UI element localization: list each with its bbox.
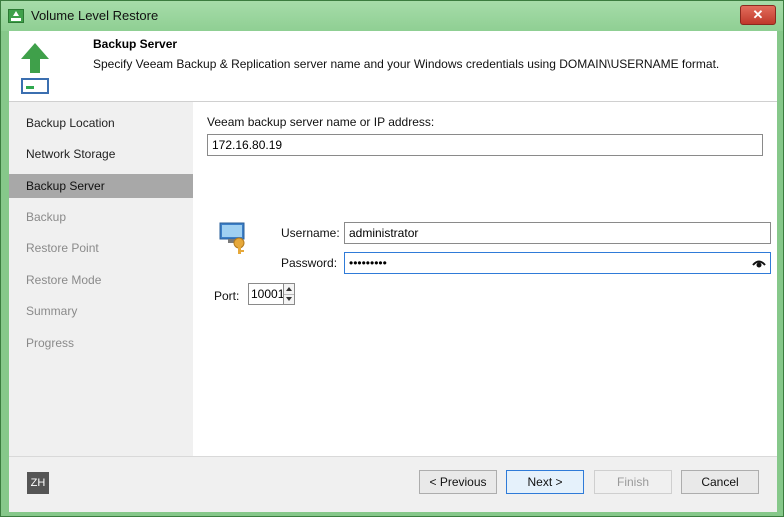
step-summary: Summary (26, 304, 78, 318)
step-backup: Backup (26, 210, 67, 224)
port-label: Port: (214, 289, 240, 303)
window-title: Volume Level Restore (31, 8, 159, 23)
port-stepper[interactable] (283, 283, 295, 305)
server-label: Veeam backup server name or IP address: (207, 115, 435, 129)
port-input[interactable]: 10001 (248, 283, 284, 305)
username-input[interactable]: administrator (344, 222, 771, 244)
step-backup-server[interactable]: Backup Server (9, 174, 193, 198)
cancel-button[interactable]: Cancel (681, 470, 759, 494)
password-mask: ••••••••• (349, 256, 387, 270)
step-progress: Progress (26, 336, 75, 350)
spinner-down-icon[interactable] (284, 294, 294, 304)
language-indicator: ZH (27, 472, 49, 494)
app-icon (8, 9, 24, 23)
wizard-header: Backup Server Specify Veeam Backup & Rep… (9, 31, 777, 102)
step-network-storage[interactable]: Network Storage (9, 142, 193, 166)
restore-wizard-window: Volume Level Restore ✕ Backup Server Spe… (0, 0, 784, 517)
wizard-steps: Backup Location Network Storage Backup S… (9, 102, 193, 456)
page-title: Backup Server (93, 37, 178, 51)
step-backup-location[interactable]: Backup Location (9, 111, 193, 135)
password-input[interactable]: ••••••••• (344, 252, 771, 274)
password-label: Password: (281, 256, 338, 270)
previous-button[interactable]: < Previous (419, 470, 497, 494)
wizard-client: Backup Server Specify Veeam Backup & Rep… (9, 31, 777, 512)
next-button[interactable]: Next > (506, 470, 584, 494)
close-button[interactable]: ✕ (740, 5, 776, 25)
finish-button: Finish (594, 470, 672, 494)
server-input[interactable]: 172.16.80.19 (207, 134, 763, 156)
eye-icon[interactable] (752, 257, 766, 269)
credentials-key-icon (219, 222, 245, 254)
step-restore-point: Restore Point (26, 241, 99, 255)
step-restore-mode: Restore Mode (26, 273, 102, 287)
backup-server-panel: Veeam backup server name or IP address: … (193, 102, 777, 456)
page-subtitle: Specify Veeam Backup & Replication serve… (93, 57, 720, 71)
upload-arrow-icon (21, 43, 49, 94)
username-label: Username: (281, 226, 340, 240)
wizard-footer: ZH < Previous Next > Finish Cancel (9, 456, 777, 512)
title-bar[interactable]: Volume Level Restore ✕ (1, 1, 783, 31)
